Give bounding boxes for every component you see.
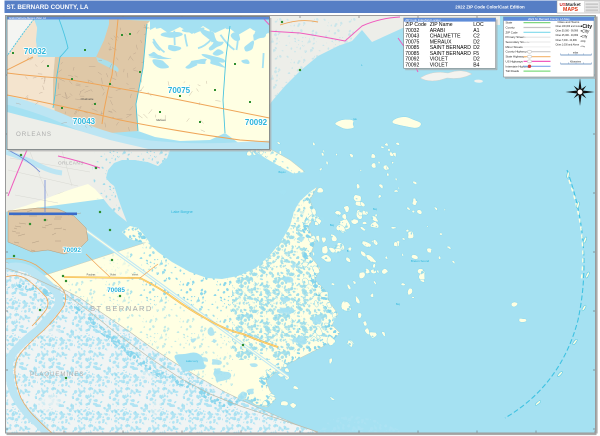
svg-text:Minor Streets: Minor Streets [506,45,524,49]
svg-text:ORLEANS: ORLEANS [58,161,84,166]
svg-text:Violet: Violet [110,274,116,277]
svg-text:70043: 70043 [405,34,419,40]
svg-text:Arabi-Chalmette-Meraux-Violet,: Arabi-Chalmette-Meraux-Violet, LA [9,17,46,20]
svg-text:ZIP Code: ZIP Code [405,22,427,28]
svg-text:L.: L. [361,64,363,67]
svg-text:ST BERNARD: ST BERNARD [90,304,153,313]
svg-text:MAPS: MAPS [563,7,579,13]
svg-text:•City: •City [581,34,588,38]
svg-text:Meraux: Meraux [156,118,166,122]
svg-text:D2: D2 [473,57,480,63]
svg-text:PLAQUEMINES: PLAQUEMINES [30,372,84,378]
svg-text:70032: 70032 [24,47,47,56]
svg-text:Toll Roads: Toll Roads [506,69,520,73]
svg-text:County: County [506,25,516,29]
svg-text:State Highways: State Highways [506,55,527,59]
svg-text:VIOLET: VIOLET [430,57,448,63]
svg-text:•City: •City [581,40,587,43]
svg-text:Bayou: Bayou [278,171,286,174]
svg-text:Isle: Isle [353,118,358,121]
svg-text:D2: D2 [473,45,480,51]
svg-text:USMarket: USMarket [560,2,582,7]
svg-text:70085: 70085 [405,45,419,51]
svg-text:SAINT BERNARD: SAINT BERNARD [430,51,472,57]
svg-text:ZIP Code: ZIP Code [506,30,519,34]
svg-text:F5: F5 [473,51,479,57]
svg-text:A1: A1 [473,28,479,34]
svg-text:B.: B. [347,251,350,253]
svg-text:Lake Borgne: Lake Borgne [171,210,193,214]
svg-text:Chalmette: Chalmette [81,97,94,101]
svg-text:Lake Lery: Lake Lery [186,359,199,363]
svg-text:Bay: Bay [316,294,321,297]
svg-text:Bay: Bay [330,224,335,227]
svg-text:State: State [506,21,513,25]
svg-text:B.: B. [299,329,302,331]
svg-text:D2: D2 [473,39,480,45]
svg-text:•City: •City [581,29,591,34]
svg-text:70032: 70032 [405,28,419,34]
svg-text:MERAUX: MERAUX [430,39,452,45]
svg-text:Breton Sound: Breton Sound [411,259,430,263]
svg-text:70092: 70092 [63,247,81,254]
svg-text:Poydras: Poydras [87,274,97,277]
svg-text:LOC: LOC [473,22,484,28]
svg-text:70075: 70075 [168,86,191,95]
svg-text:ST. BERNARD COUNTY, LA: ST. BERNARD COUNTY, LA [7,4,89,11]
svg-text:ZIP Name: ZIP Name [430,22,453,28]
svg-text:70043: 70043 [73,117,96,126]
svg-text:70092: 70092 [245,118,268,127]
svg-text:70092: 70092 [405,57,419,63]
svg-text:B4: B4 [473,62,479,68]
svg-text:2022 ZIP Code Color/Cast Editi: 2022 ZIP Code Color/Cast Edition [455,5,525,10]
svg-text:ORLEANS: ORLEANS [16,131,52,138]
svg-text:70075: 70075 [405,39,419,45]
svg-text:US Highways: US Highways [506,59,524,63]
svg-text:SAINT BERNARD: SAINT BERNARD [430,45,472,51]
svg-text:70085: 70085 [107,287,125,294]
svg-text:Primary Streets: Primary Streets [506,35,526,39]
svg-text:Cities and Towns: Cities and Towns [558,20,580,24]
svg-text:70092: 70092 [405,62,419,68]
svg-text:Verret: Verret [132,274,139,277]
svg-text:ARABI: ARABI [430,28,445,34]
svg-text:CHALMETTE: CHALMETTE [430,34,461,40]
svg-text:VIOLET: VIOLET [430,62,448,68]
svg-text:ZIP Code Index/Grid Locator: ZIP Code Index/Grid Locator [405,18,441,22]
svg-text:C2: C2 [473,34,480,40]
svg-text:70085: 70085 [405,51,419,57]
